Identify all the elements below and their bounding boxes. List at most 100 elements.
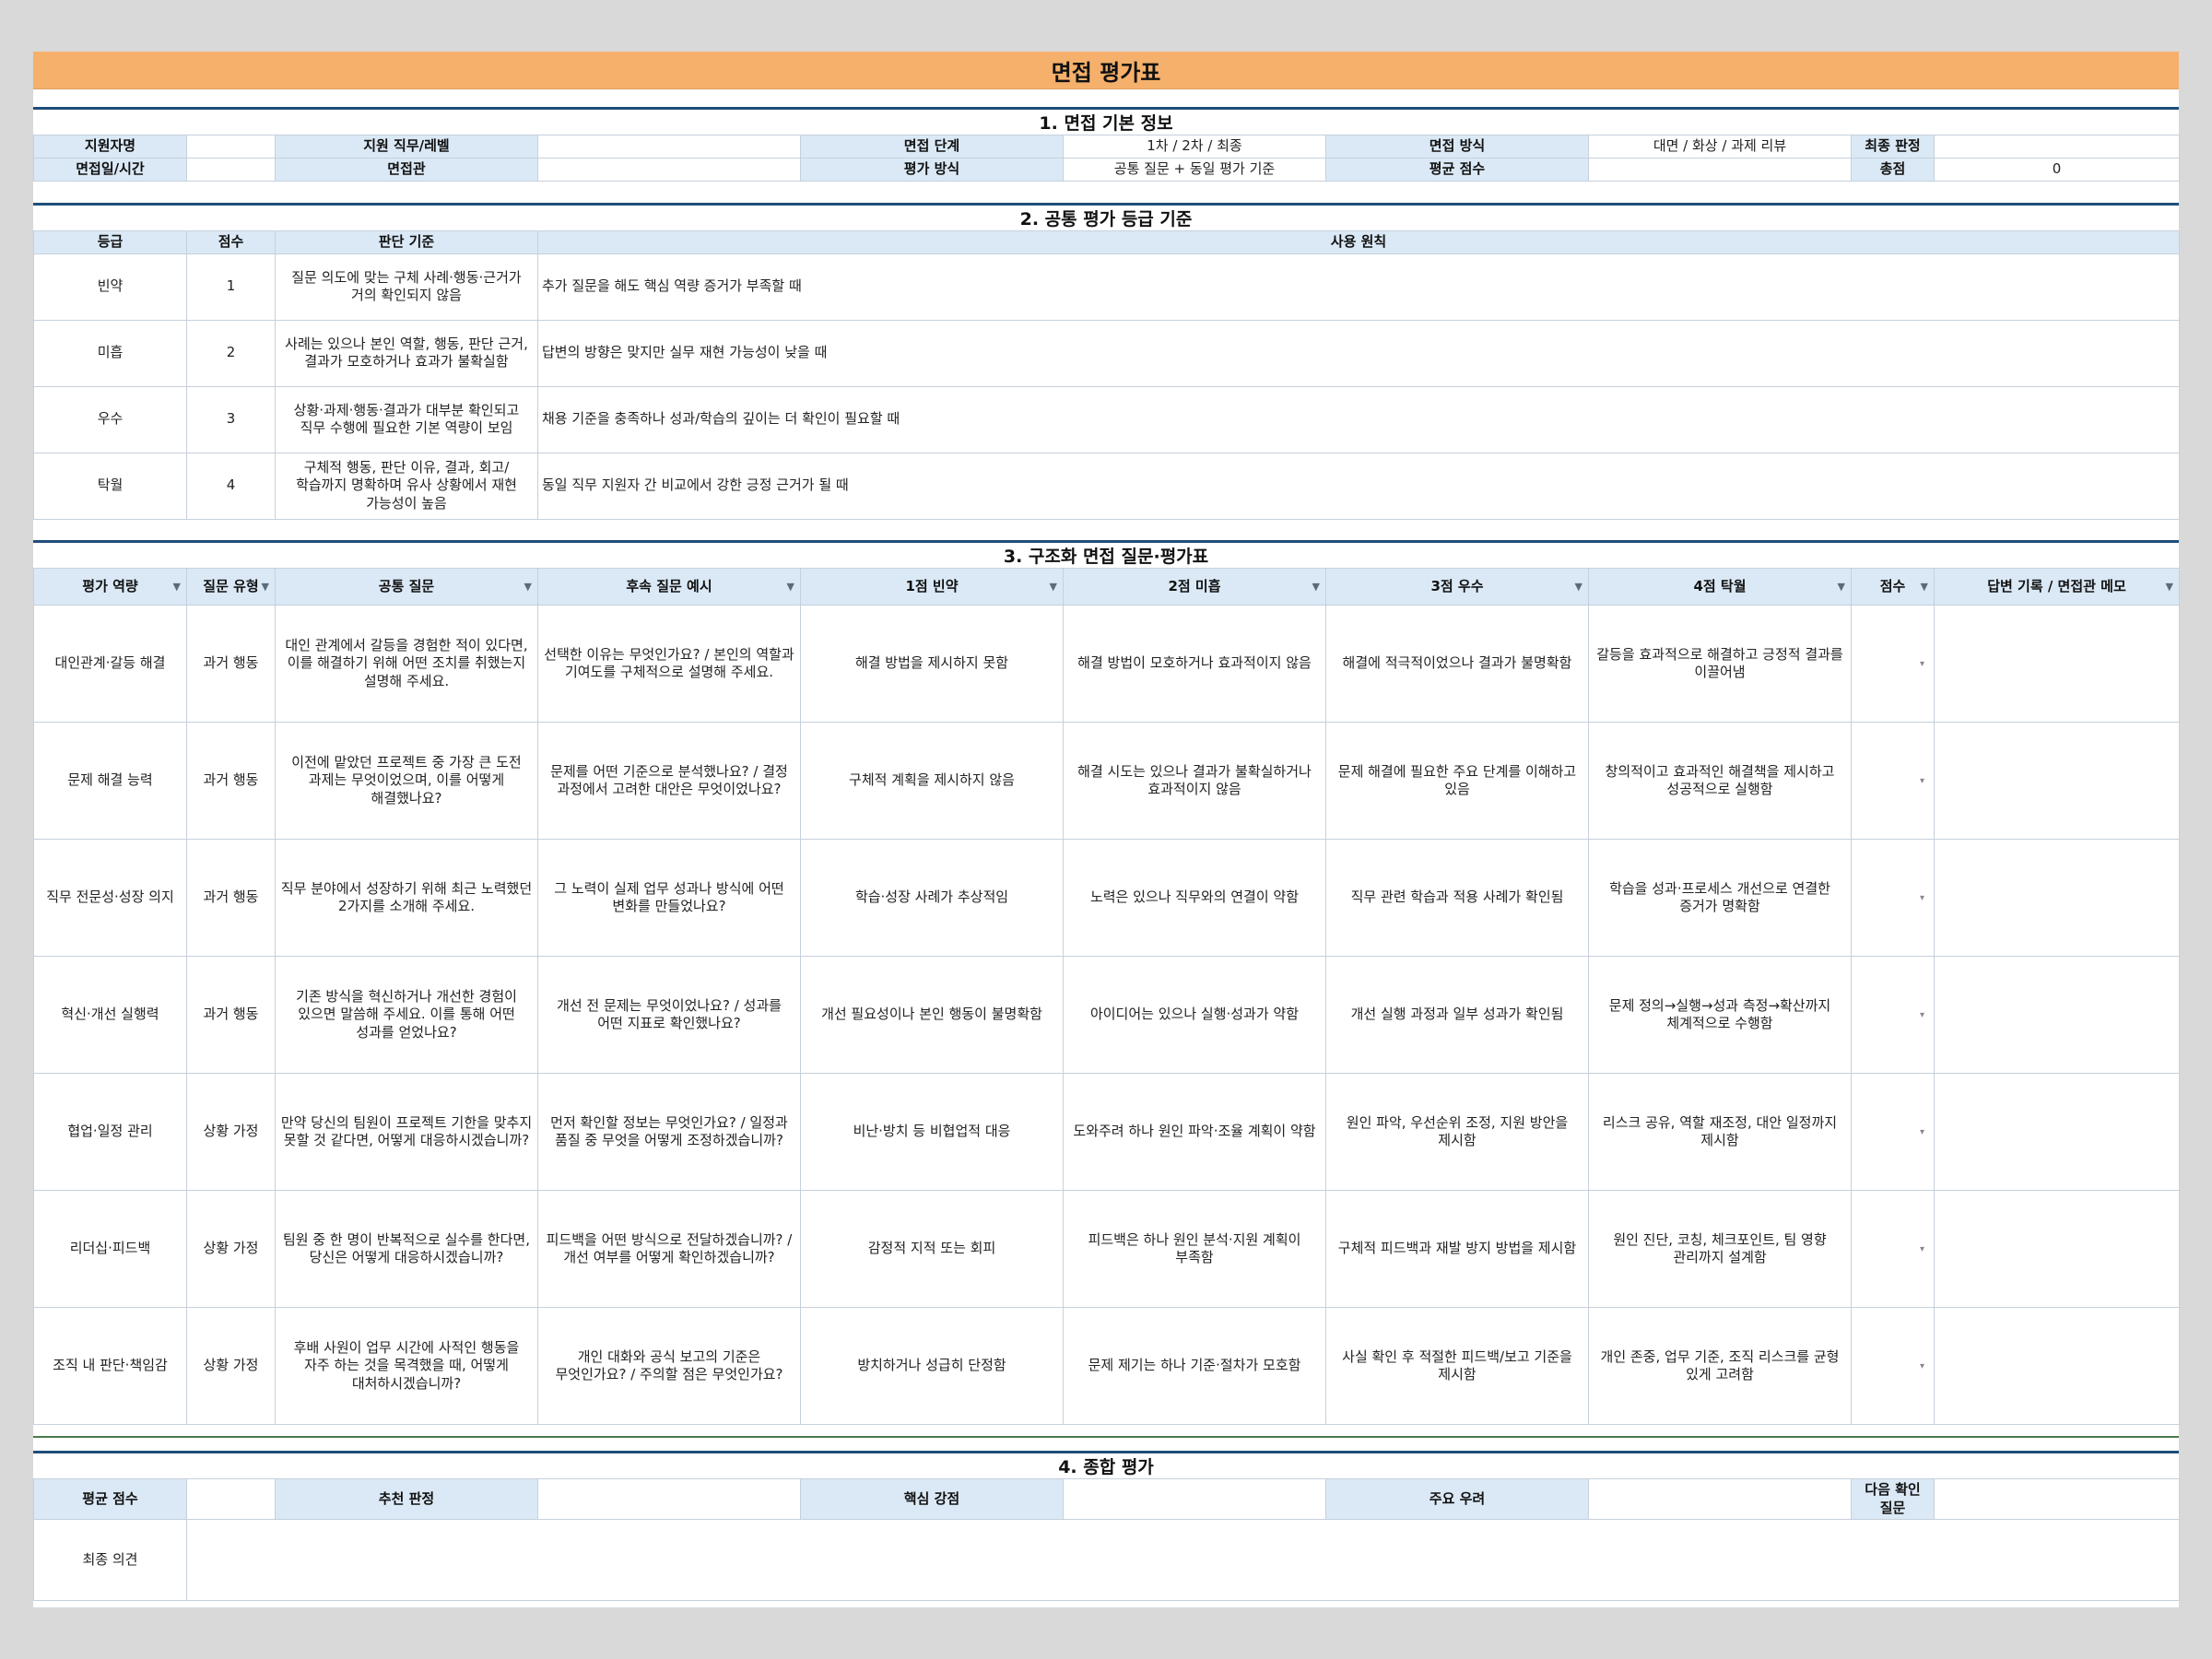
followup-question-cell: 개인 대화와 공식 보고의 기준은 무엇인가요? / 주의할 점은 무엇인가요? [537, 1307, 801, 1425]
final-decision-cell[interactable] [1934, 135, 2180, 159]
section1-heading: 1. 면접 기본 정보 [33, 107, 2179, 135]
dropdown-arrow-icon[interactable]: ▾ [1920, 1361, 1924, 1371]
interview-datetime-cell[interactable] [186, 158, 276, 182]
core-strength-cell[interactable] [1063, 1478, 1326, 1520]
filter-dropdown-icon[interactable]: ▼ [1575, 580, 1583, 593]
main-concern-cell[interactable] [1588, 1478, 1852, 1520]
score1-desc-cell: 해결 방법을 제시하지 못함 [800, 605, 1064, 723]
filter-dropdown-icon[interactable]: ▼ [1050, 580, 1057, 593]
filter-dropdown-icon[interactable]: ▼ [173, 580, 181, 593]
evaluation-method-cell[interactable]: 공통 질문 + 동일 평가 기준 [1063, 158, 1326, 182]
grade-name: 탁월 [33, 452, 187, 520]
final-opinion-cell[interactable] [186, 1519, 2180, 1601]
memo-cell[interactable] [1934, 839, 2180, 957]
score-select-cell[interactable]: ▾ [1851, 839, 1935, 957]
followup-question-cell: 개선 전 문제는 무엇이었나요? / 성과를 어떤 지표로 확인했나요? [537, 956, 801, 1074]
score4-desc-cell: 리스크 공유, 역할 재조정, 대안 일정까지 제시함 [1588, 1073, 1852, 1191]
section-basic-info: 1. 면접 기본 정보 지원자명 지원 직무/레벨 면접 단계 1차 / 2차 … [33, 107, 2180, 182]
common-question-cell: 직무 분야에서 성장하기 위해 최근 노력했던 2가지를 소개해 주세요. [275, 839, 538, 957]
interview-method-cell[interactable]: 대면 / 화상 / 과제 리뷰 [1588, 135, 1852, 159]
grade-principle: 동일 직무 지원자 간 비교에서 강한 긍정 근거가 될 때 [537, 452, 2180, 520]
total-score-cell[interactable]: 0 [1934, 158, 2180, 182]
score4-desc-cell: 원인 진단, 코칭, 체크포인트, 팀 영향 관리까지 설계함 [1588, 1190, 1852, 1308]
label-final-decision: 최종 판정 [1851, 135, 1935, 159]
col-score4[interactable]: 4점 탁월 ▼ [1588, 568, 1852, 606]
basic-info-table: 지원자명 지원 직무/레벨 면접 단계 1차 / 2차 / 최종 면접 방식 대… [33, 135, 2180, 182]
competency-cell: 대인관계·갈등 해결 [33, 605, 187, 723]
avg-score-cell[interactable] [186, 1478, 276, 1520]
section-summary: 4. 종합 평가 평균 점수 추천 판정 핵심 강점 주요 우려 다음 확인 질… [33, 1451, 2180, 1601]
grade-principle: 추가 질문을 해도 핵심 역량 증거가 부족할 때 [537, 253, 2180, 321]
filter-dropdown-icon[interactable]: ▼ [2166, 580, 2173, 593]
score3-desc-cell: 해결에 적극적이었으나 결과가 불명확함 [1325, 605, 1589, 723]
col-memo[interactable]: 답변 기록 / 면접관 메모 ▼ [1934, 568, 2180, 606]
filter-dropdown-icon[interactable]: ▼ [1312, 580, 1320, 593]
filter-dropdown-icon[interactable]: ▼ [1921, 580, 1928, 593]
question-type-cell: 상황 가정 [186, 1307, 276, 1425]
score-select-cell[interactable]: ▾ [1851, 1073, 1935, 1191]
memo-cell[interactable] [1934, 956, 2180, 1074]
section3-heading: 3. 구조화 면접 질문·평가표 [33, 540, 2179, 568]
followup-question-cell: 피드백을 어떤 방식으로 전달하겠습니까? / 개선 여부를 어떻게 확인하겠습… [537, 1190, 801, 1308]
question-type-cell: 과거 행동 [186, 839, 276, 957]
col-score2[interactable]: 2점 미흡 ▼ [1063, 568, 1326, 606]
question-rows: 대인관계·갈등 해결 과거 행동 대인 관계에서 갈등을 경험한 적이 있다면, 이… [33, 605, 2180, 1425]
col-score[interactable]: 점수 ▼ [1851, 568, 1935, 606]
grade-criteria-table: 등급 점수 판단 기준 사용 원칙 빈약 1 질문 의도에 맞는 구체 사례·행… [33, 230, 2180, 520]
sheet-title: 면접 평가표 [33, 52, 2179, 89]
memo-cell[interactable] [1934, 1190, 2180, 1308]
col-common-question[interactable]: 공통 질문 ▼ [275, 568, 538, 606]
memo-cell[interactable] [1934, 605, 2180, 723]
recommendation-cell[interactable] [537, 1478, 801, 1520]
memo-cell[interactable] [1934, 722, 2180, 840]
filter-dropdown-icon[interactable]: ▼ [262, 580, 269, 593]
col-followup-question[interactable]: 후속 질문 예시 ▼ [537, 568, 801, 606]
filter-dropdown-icon[interactable]: ▼ [524, 580, 532, 593]
average-score-cell[interactable] [1588, 158, 1852, 182]
dropdown-arrow-icon[interactable]: ▾ [1920, 776, 1924, 786]
job-level-cell[interactable] [537, 135, 801, 159]
col-competency[interactable]: 평가 역량 ▼ [33, 568, 187, 606]
score-select-cell[interactable]: ▾ [1851, 956, 1935, 1074]
memo-cell[interactable] [1934, 1073, 2180, 1191]
dropdown-arrow-icon[interactable]: ▾ [1920, 893, 1924, 903]
dropdown-arrow-icon[interactable]: ▾ [1920, 659, 1924, 669]
label-evaluation-method: 평가 방식 [800, 158, 1064, 182]
score1-desc-cell: 학습·성장 사례가 추상적임 [800, 839, 1064, 957]
grade-score: 4 [186, 452, 276, 520]
interviewer-cell[interactable] [537, 158, 801, 182]
next-question-cell[interactable] [1934, 1478, 2180, 1520]
label-total-score: 총점 [1851, 158, 1935, 182]
score4-desc-cell: 갈등을 효과적으로 해결하고 긍정적 결과를 이끌어냄 [1588, 605, 1852, 723]
score-select-cell[interactable]: ▾ [1851, 722, 1935, 840]
score-select-cell[interactable]: ▾ [1851, 1190, 1935, 1308]
grade-row: 빈약 1 질문 의도에 맞는 구체 사례·행동·근거가 거의 확인되지 않음 추… [33, 253, 2180, 321]
label-core-strength: 핵심 강점 [800, 1478, 1064, 1520]
col-score3[interactable]: 3점 우수 ▼ [1325, 568, 1589, 606]
grade-criteria: 상황·과제·행동·결과가 대부분 확인되고 직무 수행에 필요한 기본 역량이 … [275, 385, 538, 453]
score2-desc-cell: 해결 시도는 있으나 결과가 불확실하거나 효과적이지 않음 [1063, 722, 1326, 840]
question-row: 직무 전문성·성장 의지 과거 행동 직무 분야에서 성장하기 위해 최근 노력했던… [33, 839, 2180, 957]
question-row: 혁신·개선 실행력 과거 행동 기존 방식을 혁신하거나 개선한 경험이 있으면 말… [33, 956, 2180, 1074]
competency-cell: 문제 해결 능력 [33, 722, 187, 840]
score-select-cell[interactable]: ▾ [1851, 605, 1935, 723]
dropdown-arrow-icon[interactable]: ▾ [1920, 1244, 1924, 1254]
grade-name: 우수 [33, 385, 187, 453]
filter-dropdown-icon[interactable]: ▼ [1838, 580, 1845, 593]
col-score1[interactable]: 1점 빈약 ▼ [800, 568, 1064, 606]
score1-desc-cell: 비난·방치 등 비협업적 대응 [800, 1073, 1064, 1191]
dropdown-arrow-icon[interactable]: ▾ [1920, 1010, 1924, 1020]
question-type-cell: 상황 가정 [186, 1190, 276, 1308]
col-criteria: 판단 기준 [275, 230, 538, 254]
applicant-name-cell[interactable] [186, 135, 276, 159]
common-question-cell: 만약 당신의 팀원이 프로젝트 기한을 맞추지 못할 것 같다면, 어떻게 대응… [275, 1073, 538, 1191]
score2-desc-cell: 피드백은 하나 원인 분석·지원 계획이 부족함 [1063, 1190, 1326, 1308]
col-question-type[interactable]: 질문 유형 ▼ [186, 568, 276, 606]
dropdown-arrow-icon[interactable]: ▾ [1920, 1127, 1924, 1137]
interview-stage-cell[interactable]: 1차 / 2차 / 최종 [1063, 135, 1326, 159]
question-row: 문제 해결 능력 과거 행동 이전에 맡았던 프로젝트 중 가장 큰 도전 과제는 … [33, 722, 2180, 840]
filter-dropdown-icon[interactable]: ▼ [787, 580, 794, 593]
memo-cell[interactable] [1934, 1307, 2180, 1425]
score-select-cell[interactable]: ▾ [1851, 1307, 1935, 1425]
col-grade: 등급 [33, 230, 187, 254]
